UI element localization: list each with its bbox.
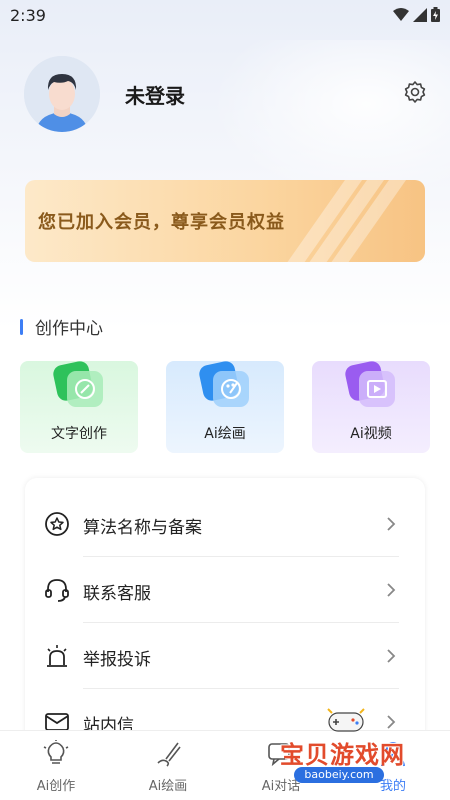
star-badge-icon — [45, 512, 69, 536]
menu-item-label: 联系客服 — [83, 584, 151, 604]
headset-icon — [45, 579, 69, 602]
background-decoration — [210, 40, 450, 200]
nav-tab-ai-creation[interactable]: Ai创作 — [11, 735, 101, 795]
nav-tab-label: Ai绘画 — [148, 779, 188, 794]
alarm-icon — [47, 645, 67, 667]
default-avatar-icon — [24, 56, 100, 132]
chevron-right-icon — [387, 649, 396, 663]
menu-item-label: 举报投诉 — [83, 650, 151, 670]
card-label: 文字创作 — [51, 426, 107, 442]
chevron-right-icon — [387, 583, 396, 597]
chevron-right-icon — [387, 517, 396, 531]
settings-button[interactable] — [403, 80, 427, 104]
section-marker — [20, 318, 23, 335]
lightbulb-icon — [43, 740, 69, 764]
battery-icon — [431, 7, 440, 22]
nav-tab-label: Ai创作 — [36, 779, 76, 794]
watermark: 宝贝游戏网 baobeiy.com — [268, 705, 428, 785]
section-title-creation: 创作中心 — [20, 314, 103, 339]
menu-item-label: 算法名称与备案 — [83, 518, 202, 538]
video-icon — [345, 361, 395, 407]
card-text-creation[interactable]: 文字创作 — [20, 361, 138, 453]
card-ai-drawing[interactable]: Ai绘画 — [166, 361, 284, 453]
vip-banner-text: 您已加入会员，尊享会员权益 — [38, 212, 285, 233]
vip-banner[interactable]: 您已加入会员，尊享会员权益 — [25, 180, 425, 262]
status-bar: 2:39 — [0, 0, 450, 32]
status-icons — [393, 7, 440, 22]
card-label: Ai视频 — [350, 426, 392, 442]
card-ai-video[interactable]: Ai视频 — [312, 361, 430, 453]
username[interactable]: 未登录 — [125, 80, 185, 109]
brush-icon — [157, 742, 181, 767]
nav-tab-ai-drawing[interactable]: Ai绘画 — [123, 735, 213, 795]
wifi-icon — [393, 7, 409, 21]
gamepad-logo-icon — [327, 708, 365, 732]
gear-icon — [404, 81, 426, 103]
signal-icon — [413, 7, 427, 22]
status-time: 2:39 — [10, 6, 46, 25]
section-title-text: 创作中心 — [35, 319, 103, 339]
avatar[interactable] — [24, 56, 100, 132]
menu-item-customer-service[interactable]: 联系客服 — [25, 557, 425, 623]
palette-icon — [199, 361, 249, 407]
watermark-title: 宝贝游戏网 — [280, 741, 405, 769]
watermark-url: baobeiy.com — [294, 767, 384, 783]
pen-icon — [53, 361, 103, 407]
menu-item-report[interactable]: 举报投诉 — [25, 623, 425, 689]
card-label: Ai绘画 — [204, 426, 246, 442]
menu-item-algorithm-filing[interactable]: 算法名称与备案 — [25, 491, 425, 557]
